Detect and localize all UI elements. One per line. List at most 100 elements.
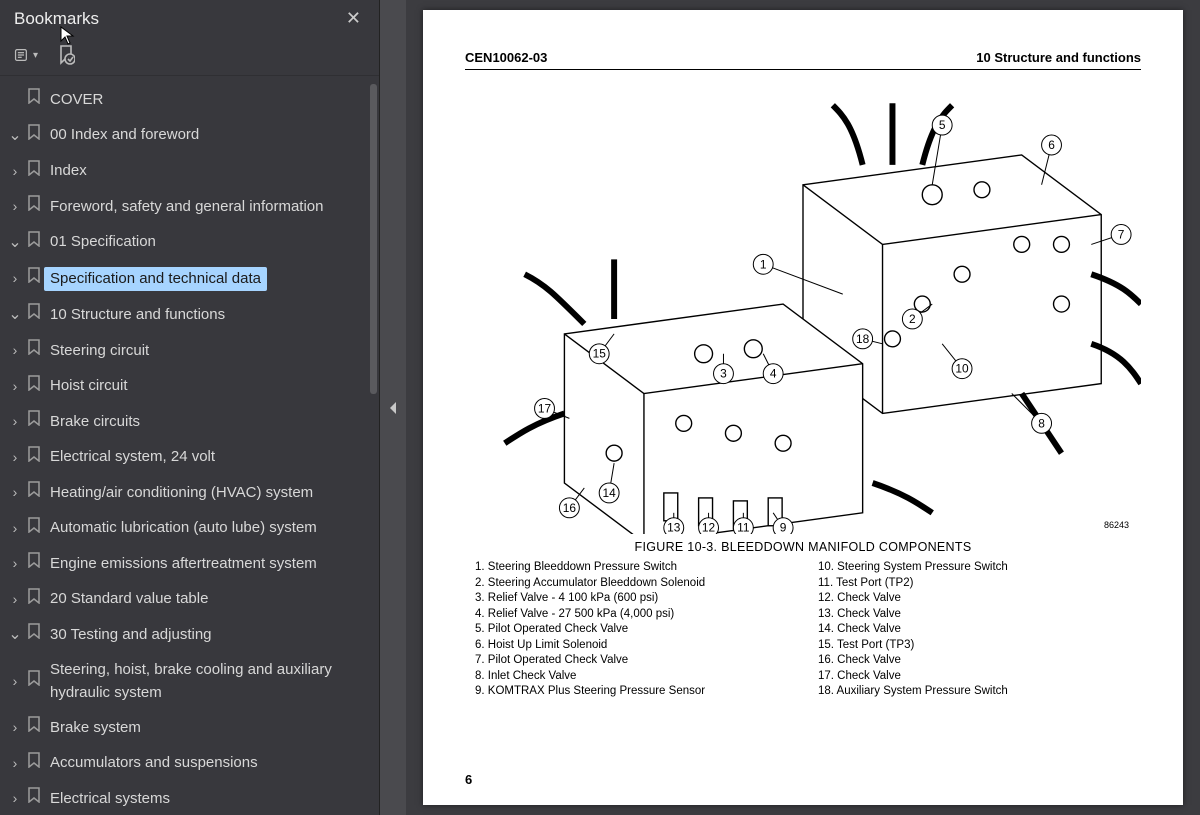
bookmark-tree-container: COVER⌄00 Index and foreword › Index ›Forewo… [0,76,379,815]
chevron-right-icon[interactable]: › [6,788,24,809]
chevron-right-icon[interactable]: › [6,518,24,539]
chevron-right-icon[interactable]: › [6,753,24,774]
legend-entry: 6. Hoist Up Limit Solenoid [475,638,788,654]
bookmark-icon [24,787,44,811]
bookmark-label: Steering circuit [44,340,149,363]
callout-number: 15 [593,347,607,361]
bookmark-item[interactable]: › Electrical systems [6,781,379,815]
bookmark-item[interactable]: ⌄ 01 Specification [6,225,379,261]
bookmark-label: Electrical system, 24 volt [44,446,215,469]
bookmark-item[interactable]: ⌄ 30 Testing and adjusting [6,617,379,653]
chevron-right-icon[interactable]: › [6,447,24,468]
legend-entry: 18. Auxiliary System Pressure Switch [818,684,1131,700]
bookmark-item[interactable]: COVER [6,82,379,118]
callout-number: 4 [770,367,777,381]
chevron-right-icon[interactable]: › [6,482,24,503]
callout-number: 10 [955,362,969,376]
bookmark-icon [24,375,44,399]
chevron-down-icon[interactable]: ⌄ [6,124,24,148]
callout-number: 14 [603,486,617,500]
figure-legend: 1. Steering Bleeddown Pressure Switch2. … [465,560,1141,700]
callout-number: 18 [856,332,870,346]
bookmark-icon [24,339,44,363]
legend-entry: 14. Check Valve [818,622,1131,638]
bookmark-icon [24,231,44,255]
legend-entry: 16. Check Valve [818,653,1131,669]
diagram-ref-number: 86243 [1104,520,1129,530]
bookmark-label: Specification and technical data [44,267,267,292]
bookmark-icon [24,303,44,327]
bookmark-icon [24,670,44,694]
bookmark-item[interactable]: ⌄10 Structure and functions [6,297,379,333]
callout-number: 12 [702,521,716,534]
bookmark-label: Brake circuits [44,411,140,434]
bookmark-item[interactable]: ›Steering, hoist, brake cooling and auxi… [6,653,379,710]
bookmark-label: 30 Testing and adjusting [44,624,212,647]
bookmark-item[interactable]: ›Foreword, safety and general informatio… [6,189,379,225]
chevron-right-icon[interactable]: › [6,671,24,692]
bookmark-label: Automatic lubrication (auto lube) system [44,517,317,540]
callout-number: 7 [1118,227,1125,241]
chevron-right-icon[interactable]: › [6,161,24,182]
bookmarks-toolbar: ▾ [0,35,379,76]
bookmark-item[interactable]: › Index [6,154,379,190]
bookmark-item[interactable]: ›20 Standard value table [6,582,379,618]
bookmark-item[interactable]: ⌄00 Index and foreword [6,118,379,154]
bookmark-icon [24,716,44,740]
bookmark-item[interactable]: › Accumulators and suspensions [6,746,379,782]
scrollbar-thumb[interactable] [370,84,377,394]
collapse-handle-icon[interactable] [390,402,396,414]
legend-entry: 10. Steering System Pressure Switch [818,560,1131,576]
chevron-down-icon[interactable]: ⌄ [6,231,24,255]
page-header: CEN10062-03 10 Structure and functions [465,50,1141,70]
bookmark-item[interactable]: ›Hoist circuit [6,369,379,405]
bookmark-item[interactable]: › Automatic lubrication (auto lube) syste… [6,511,379,547]
bookmark-label: Electrical systems [44,788,170,811]
bookmark-label: Index [44,160,87,183]
bookmark-label: Accumulators and suspensions [44,752,258,775]
bookmark-item[interactable]: › Brake system [6,710,379,746]
chevron-right-icon[interactable]: › [6,196,24,217]
bookmark-item[interactable]: › Heating/air conditioning (HVAC) system [6,475,379,511]
callout-number: 17 [538,401,552,415]
bookmark-item[interactable]: › Specification and technical data [6,261,379,298]
bookmark-item[interactable]: › Electrical system, 24 volt [6,440,379,476]
document-viewport[interactable]: AUTOPDF.NET CEN10062-03 10 Structure and… [406,0,1200,815]
current-bookmark-icon[interactable] [54,43,78,67]
bookmark-label: Brake system [44,717,141,740]
header-doc-id: CEN10062-03 [465,50,547,65]
chevron-right-icon[interactable]: › [6,340,24,361]
callout-number: 11 [737,521,750,534]
legend-entry: 15. Test Port (TP3) [818,638,1131,654]
legend-entry: 12. Check Valve [818,591,1131,607]
bookmark-item[interactable]: › Engine emissions aftertreatment system [6,546,379,582]
chevron-right-icon[interactable]: › [6,717,24,738]
bookmark-item[interactable]: › Steering circuit [6,333,379,369]
chevron-right-icon[interactable]: › [6,376,24,397]
chevron-down-icon[interactable]: ⌄ [6,303,24,327]
bookmarks-panel: Bookmarks ✕ ▾ COVER⌄00 Index [0,0,380,815]
document-page: CEN10062-03 10 Structure and functions [423,10,1183,805]
legend-entry: 11. Test Port (TP2) [818,576,1131,592]
bookmark-icon [24,88,44,112]
bookmark-label: Engine emissions aftertreatment system [44,553,317,576]
chevron-right-icon[interactable]: › [6,553,24,574]
legend-entry: 17. Check Valve [818,669,1131,685]
chevron-right-icon[interactable]: › [6,411,24,432]
panel-divider[interactable] [380,0,406,815]
chevron-down-icon[interactable]: ⌄ [6,623,24,647]
chevron-right-icon[interactable]: › [6,268,24,289]
callout-number: 9 [780,521,787,534]
chevron-right-icon[interactable]: › [6,589,24,610]
bookmark-item[interactable]: › Brake circuits [6,404,379,440]
app-root: Bookmarks ✕ ▾ COVER⌄00 Index [0,0,1200,815]
bookmark-icon [24,752,44,776]
bookmark-icon [24,195,44,219]
bookmark-label: Heating/air conditioning (HVAC) system [44,482,313,505]
close-icon[interactable]: ✕ [340,6,367,31]
options-icon[interactable]: ▾ [14,43,38,67]
callout-number: 5 [939,118,946,132]
bookmark-icon [24,481,44,505]
legend-entry: 9. KOMTRAX Plus Steering Pressure Sensor [475,684,788,700]
bookmark-label: 01 Specification [44,231,156,254]
